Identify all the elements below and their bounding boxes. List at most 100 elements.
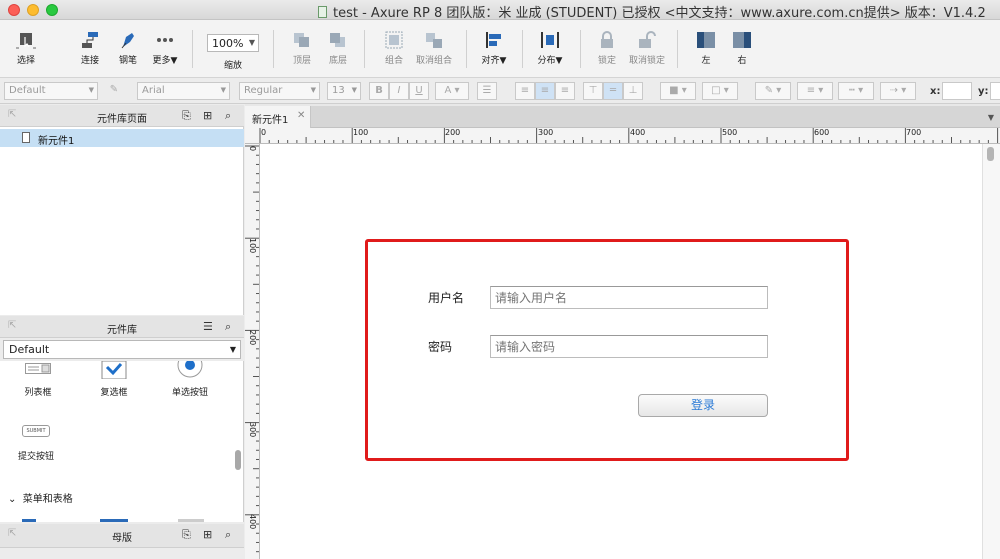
widget-preview-strip [178, 519, 204, 522]
send-to-bottom-button[interactable]: 底层 [318, 20, 358, 66]
toolbar-divider [522, 30, 523, 68]
ruler-label: 400 [248, 514, 257, 530]
bullet-list-button[interactable]: ☰ [477, 82, 497, 100]
connect-tool[interactable]: 连接 [70, 20, 110, 66]
border-width-button[interactable]: ≡ ▾ [797, 82, 833, 100]
widget-checkbox[interactable]: 复选框 [84, 361, 144, 398]
format-toolbar: Default ▼ ✎ Arial ▼ Regular ▼ 13 ▼ B I U A ▾… [0, 79, 1000, 104]
tab-page[interactable]: 新元件1 ✕ [245, 106, 311, 128]
align-middle-button[interactable]: ═ [603, 82, 623, 100]
radio-icon [177, 361, 203, 378]
bold-button[interactable]: B [369, 82, 389, 100]
font-weight-select[interactable]: Regular ▼ [239, 82, 320, 100]
unlock-button[interactable]: 取消锁定 [625, 20, 669, 66]
chevron-down-icon: ▼ [229, 345, 236, 354]
ruler-ticks [245, 145, 259, 553]
align-top-button[interactable]: ⊤ [583, 82, 603, 100]
shadow-button[interactable]: □ ▾ [702, 82, 738, 100]
distribute-button[interactable]: 分布▼ [530, 20, 570, 66]
chevron-down-icon: ▼ [88, 86, 94, 94]
add-page-icon[interactable]: ⎘ [182, 109, 191, 123]
ruler-label: 300 [538, 128, 554, 137]
more-tools-button[interactable]: 更多▼ [145, 20, 185, 66]
widget-preview-strip [22, 519, 36, 522]
page-icon [22, 132, 30, 143]
search-icon[interactable]: ⌕ [225, 109, 231, 123]
lock-button[interactable]: 锁定 [587, 20, 627, 66]
ruler-label: 200 [248, 330, 257, 346]
search-icon[interactable]: ⌕ [225, 528, 231, 542]
search-icon[interactable]: ⌕ [225, 320, 231, 334]
right-panel-toggle[interactable]: 右 [722, 20, 762, 66]
menu-icon[interactable]: ☰ [203, 320, 213, 333]
connector-icon [82, 32, 98, 48]
listbox-icon [25, 363, 51, 374]
vertical-ruler: 0 100 200 300 400 [245, 144, 260, 559]
close-tab-icon[interactable]: ✕ [297, 110, 305, 121]
add-folder-icon[interactable]: ⊞ [203, 109, 212, 122]
align-button[interactable]: 对齐▼ [474, 20, 514, 66]
align-right-text-button[interactable]: ≡ [555, 82, 575, 100]
library-select[interactable]: Default ▼ [3, 340, 241, 359]
library-scrollbar[interactable] [235, 450, 241, 470]
scrollbar-thumb[interactable] [987, 147, 994, 161]
text-color-button[interactable]: A ▾ [435, 82, 469, 100]
left-panel-toggle[interactable]: 左 [686, 20, 726, 66]
font-size-select[interactable]: 13 ▼ [327, 82, 361, 100]
ruler-label: 700 [906, 128, 922, 137]
right-panel-icon [733, 32, 751, 48]
select-tool[interactable]: 选择 [6, 20, 46, 66]
fill-color-button[interactable]: ■ ▾ [660, 82, 696, 100]
ruler-label: 0 [261, 128, 267, 137]
ruler-label: 0 [248, 146, 257, 152]
category-header[interactable]: ⌄ 菜单和表格 [8, 490, 73, 505]
widget-listbox[interactable]: 列表框 [8, 363, 68, 398]
maximize-window-button[interactable] [46, 4, 58, 16]
widget-submit-button[interactable]: SUBMIT 提交按钮 [6, 425, 66, 462]
underline-button[interactable]: U [409, 82, 429, 100]
style-editor-icon[interactable]: ✎ [104, 82, 124, 100]
arrow-style-button[interactable]: ⇢ ▾ [880, 82, 916, 100]
align-left-text-button[interactable]: ≡ [515, 82, 535, 100]
ungroup-button[interactable]: 取消组合 [412, 20, 456, 66]
more-icon [157, 38, 173, 42]
toolbar-divider [677, 30, 678, 68]
align-bottom-button[interactable]: ⊥ [623, 82, 643, 100]
toolbar-divider [466, 30, 467, 68]
bring-to-front-icon [294, 33, 309, 47]
username-label: 用户名 [428, 291, 465, 305]
y-input[interactable] [990, 82, 1000, 100]
border-style-button[interactable]: ┅ ▾ [838, 82, 874, 100]
pen-icon [121, 33, 134, 49]
ruler-label: 600 [814, 128, 830, 137]
add-folder-icon[interactable]: ⊞ [203, 528, 212, 541]
add-master-icon[interactable]: ⎘ [182, 528, 191, 542]
italic-button[interactable]: I [389, 82, 409, 100]
font-select[interactable]: Arial ▼ [137, 82, 230, 100]
login-button[interactable]: 登录 [638, 394, 768, 417]
page-item[interactable]: 新元件1 [0, 129, 244, 147]
widget-radio-button[interactable]: 单选按钮 [160, 361, 220, 398]
group-icon [385, 31, 403, 49]
send-to-back-icon [330, 33, 345, 47]
chevron-down-icon: ⌄ [8, 494, 17, 505]
close-window-button[interactable] [8, 4, 20, 16]
align-center-text-button[interactable]: ≡ [535, 82, 555, 100]
toolbar-divider [192, 30, 193, 68]
library-panel-header: ⇱ 元件库 ☰ ⌕ [0, 316, 244, 338]
minimize-window-button[interactable] [27, 4, 39, 16]
ruler-label: 100 [248, 238, 257, 254]
password-input[interactable] [490, 335, 768, 358]
zoom-label-wrap: 缩放 [223, 61, 242, 71]
pen-tool[interactable]: 钢笔 [108, 20, 148, 66]
group-button[interactable]: 组合 [374, 20, 414, 66]
checkbox-icon [101, 361, 127, 379]
border-color-button[interactable]: ✎ ▾ [755, 82, 791, 100]
tab-menu-icon[interactable]: ▼ [988, 113, 994, 122]
username-input[interactable] [490, 286, 768, 309]
x-input[interactable] [942, 82, 972, 100]
bring-to-top-button[interactable]: 顶层 [282, 20, 322, 66]
style-select[interactable]: Default ▼ [4, 82, 98, 100]
password-label: 密码 [428, 340, 453, 354]
canvas-scrollbar[interactable] [982, 144, 1000, 559]
